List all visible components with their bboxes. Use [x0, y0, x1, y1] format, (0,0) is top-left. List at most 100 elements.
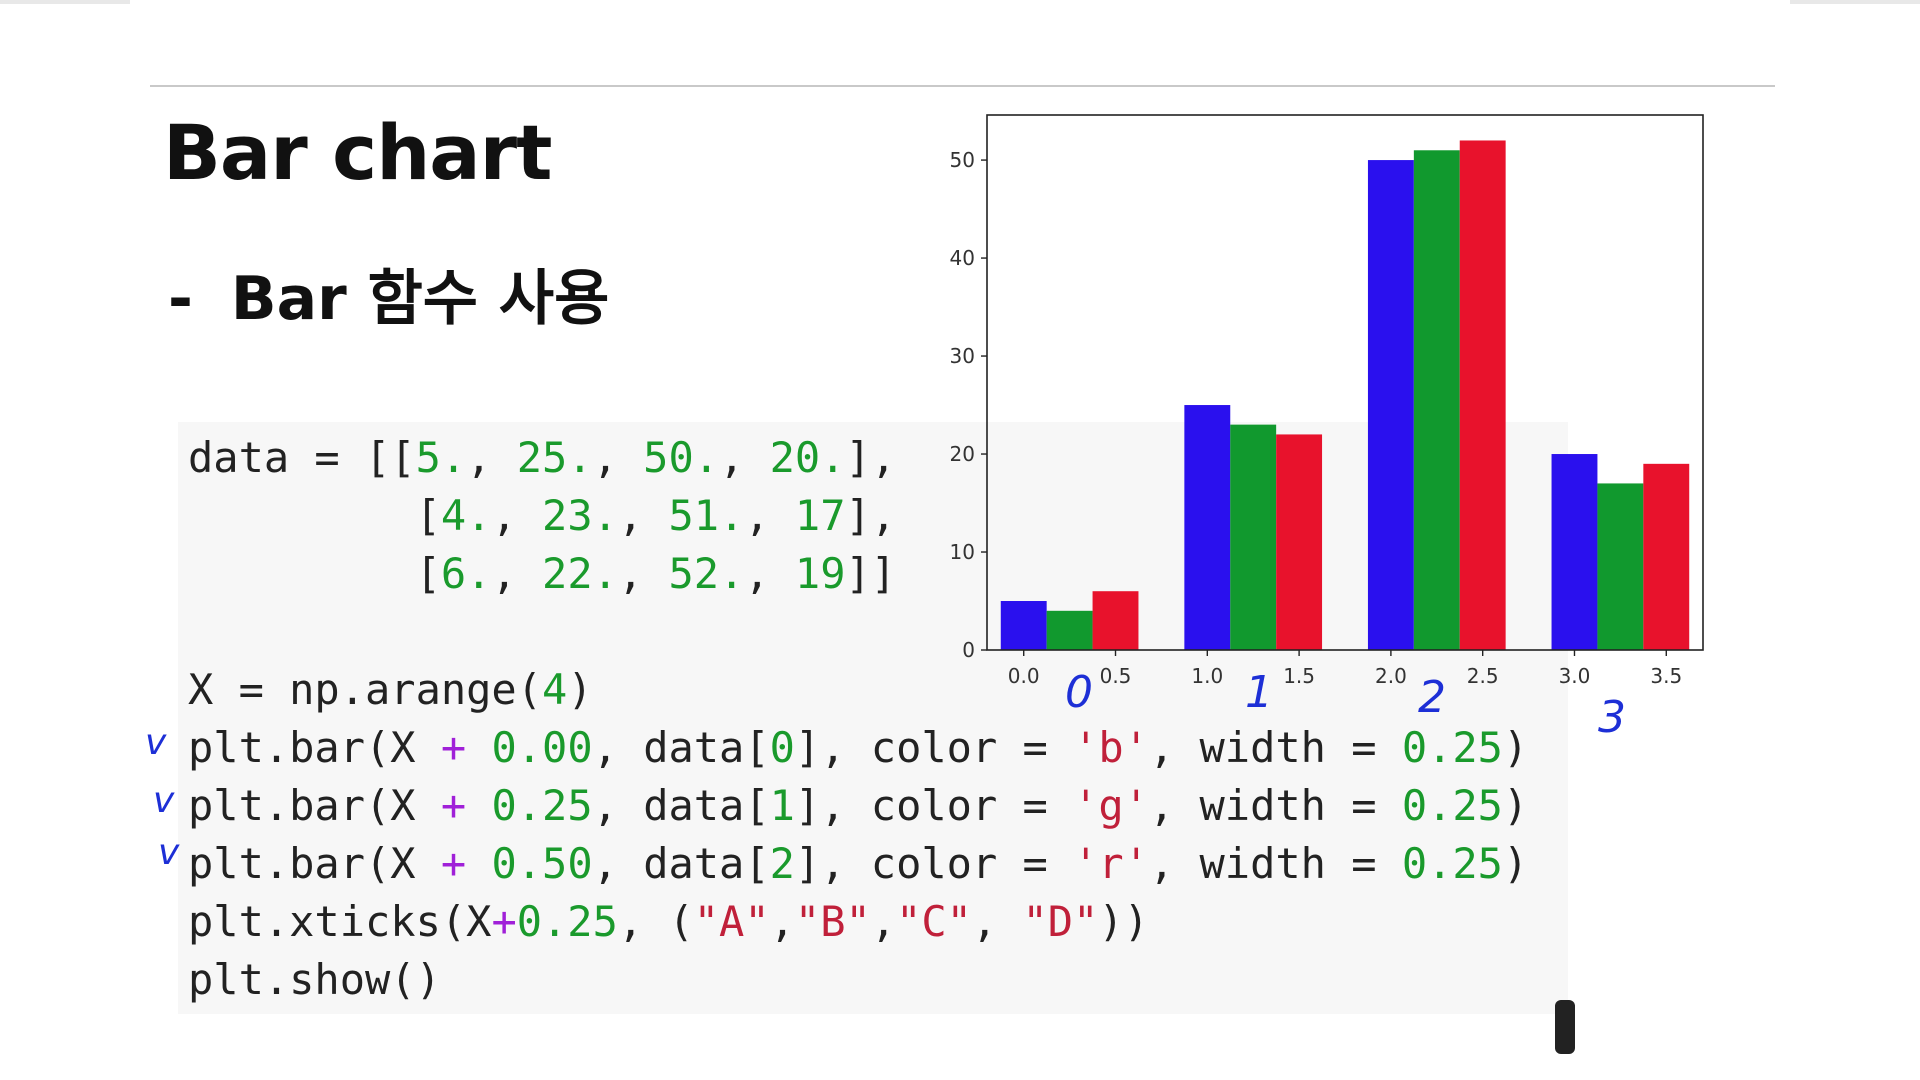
- check-mark: v: [145, 722, 167, 763]
- handwritten-number: 3: [1598, 692, 1626, 743]
- handwritten-number: 2: [1418, 672, 1446, 723]
- handwritten-number: 1: [1245, 667, 1273, 718]
- code-token: ,: [466, 433, 517, 482]
- code-token: ,: [617, 491, 669, 540]
- code-token: plt.bar(X: [188, 839, 441, 888]
- code-token: 52.: [668, 549, 745, 598]
- code-token: ],: [845, 491, 897, 540]
- code-token: +: [440, 839, 467, 888]
- y-tick-label: 50: [950, 148, 975, 172]
- code-token: , data[: [592, 723, 770, 772]
- code-token: [: [188, 549, 441, 598]
- code-line: data = [[5., 25., 50., 20.],: [188, 432, 896, 484]
- slide-title: Bar chart: [163, 108, 552, 197]
- bullet-dash: -: [168, 264, 193, 334]
- code-token: 2: [769, 839, 795, 888]
- bar: [1551, 454, 1598, 650]
- code-token: 0: [769, 723, 795, 772]
- check-mark: v: [153, 780, 175, 821]
- bar: [1276, 434, 1323, 650]
- code-token: ): [1502, 781, 1529, 830]
- code-line: plt.xticks(X+0.25, ("A","B","C", "D")): [188, 896, 1149, 948]
- code-token: 50.: [643, 433, 720, 482]
- code-token: , (: [617, 897, 694, 946]
- code-token: X = np.arange(: [188, 665, 543, 714]
- x-tick-label: 2.0: [1375, 664, 1407, 688]
- bar: [1643, 463, 1690, 650]
- x-tick-label: 0.5: [1100, 664, 1132, 688]
- code-token: ,: [491, 549, 543, 598]
- bar: [1184, 405, 1231, 650]
- y-tick-label: 30: [950, 344, 975, 368]
- code-token: +: [440, 723, 467, 772]
- x-tick-label: 3.5: [1650, 664, 1682, 688]
- code-token: , data[: [592, 781, 770, 830]
- x-tick-label: 1.5: [1283, 664, 1315, 688]
- code-token: 0.00: [491, 723, 593, 772]
- code-token: 51.: [668, 491, 745, 540]
- code-token: 17: [794, 491, 846, 540]
- code-token: ): [1502, 839, 1529, 888]
- code-token: 22.: [542, 549, 618, 598]
- code-token: 19: [794, 549, 846, 598]
- y-tick-label: 0: [962, 638, 975, 662]
- code-line: [4., 23., 51., 17],: [188, 490, 897, 542]
- x-tick-label: 3.0: [1559, 664, 1591, 688]
- code-token: ,: [744, 549, 795, 598]
- code-token: ,: [744, 491, 795, 540]
- code-token: , width =: [1148, 781, 1402, 830]
- subtitle-text: Bar 함수 사용: [230, 264, 610, 334]
- code-token: 'g': [1073, 781, 1149, 830]
- code-token: ], color =: [794, 839, 1074, 888]
- code-token: 6.: [440, 549, 492, 598]
- bar: [1230, 424, 1277, 650]
- code-token: plt.xticks(X: [188, 897, 492, 946]
- handwritten-number: 0: [1065, 667, 1093, 718]
- code-token: [: [188, 491, 441, 540]
- code-token: ): [567, 665, 593, 714]
- x-tick-label: 1.0: [1191, 664, 1223, 688]
- bar: [1459, 140, 1506, 650]
- code-token: , width =: [1148, 839, 1402, 888]
- code-token: ,: [719, 433, 770, 482]
- mouse-cursor: [1555, 1000, 1575, 1054]
- code-token: plt.show(): [188, 955, 441, 1004]
- code-token: 1: [769, 781, 795, 830]
- code-token: , data[: [592, 839, 770, 888]
- code-token: ,: [769, 897, 795, 946]
- x-tick-label: 0.0: [1008, 664, 1040, 688]
- code-token: ,: [491, 491, 543, 540]
- code-token: "C": [896, 897, 972, 946]
- code-token: ,: [617, 549, 669, 598]
- y-tick-label: 40: [950, 246, 975, 270]
- code-token: 0.50: [491, 839, 593, 888]
- y-tick-label: 20: [950, 442, 975, 466]
- bar: [1413, 150, 1460, 650]
- code-line: X = np.arange(4): [188, 664, 593, 716]
- bar: [1000, 601, 1047, 650]
- code-token: 20.: [769, 433, 846, 482]
- code-token: )): [1098, 897, 1149, 946]
- code-token: 0.25: [1401, 839, 1503, 888]
- code-token: 'r': [1073, 839, 1149, 888]
- code-token: ,: [870, 897, 897, 946]
- y-tick-label: 10: [950, 540, 975, 564]
- code-line: [6., 22., 52., 19]]: [188, 548, 897, 600]
- code-token: plt.bar(X: [188, 723, 441, 772]
- bar: [1597, 483, 1644, 650]
- code-token: 25.: [516, 433, 593, 482]
- code-line: plt.bar(X + 0.50, data[2], color = 'r', …: [188, 838, 1528, 890]
- x-tick-label: 2.5: [1467, 664, 1499, 688]
- code-token: 4: [542, 665, 568, 714]
- bar: [1367, 160, 1414, 651]
- code-token: 0.25: [491, 781, 593, 830]
- code-line: plt.bar(X + 0.25, data[1], color = 'g', …: [188, 780, 1528, 832]
- code-token: "A": [693, 897, 770, 946]
- code-token: ]]: [845, 549, 897, 598]
- code-token: ], color =: [794, 781, 1074, 830]
- code-token: plt.bar(X: [188, 781, 441, 830]
- code-token: +: [440, 781, 467, 830]
- code-token: 0.25: [1401, 781, 1503, 830]
